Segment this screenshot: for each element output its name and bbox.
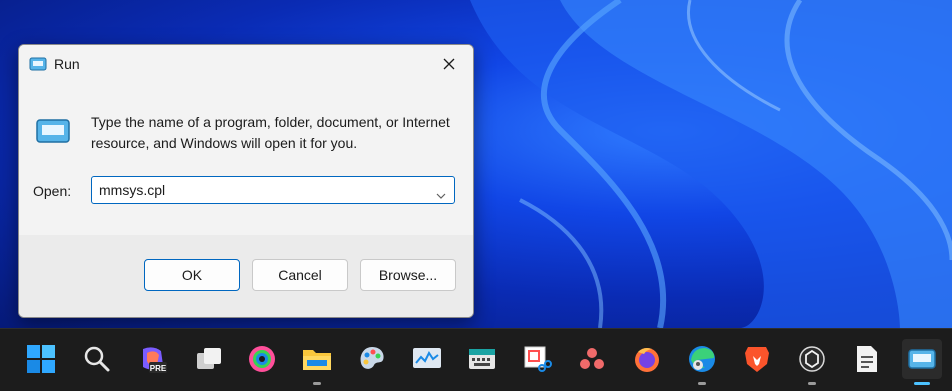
chatgpt-button[interactable] bbox=[792, 339, 832, 385]
dialog-description: Type the name of a program, folder, docu… bbox=[91, 114, 450, 151]
search-icon bbox=[84, 346, 110, 372]
firefox-button[interactable] bbox=[627, 339, 667, 379]
run-dialog: Run Type the name of a program, folder, … bbox=[18, 44, 474, 318]
file-explorer-button[interactable] bbox=[297, 339, 337, 385]
start-icon bbox=[27, 345, 55, 373]
task-view-button[interactable] bbox=[189, 339, 229, 379]
active-indicator bbox=[914, 382, 930, 385]
title-bar[interactable]: Run bbox=[19, 45, 473, 83]
copilot-badge: PRE bbox=[150, 364, 167, 373]
copilot-button[interactable]: PRE bbox=[133, 339, 173, 379]
document-button[interactable] bbox=[847, 339, 887, 379]
cancel-button[interactable]: Cancel bbox=[252, 259, 348, 291]
open-label: Open: bbox=[33, 183, 72, 199]
document-icon bbox=[857, 346, 877, 372]
running-indicator bbox=[313, 382, 321, 385]
browse-button[interactable]: Browse... bbox=[360, 259, 456, 291]
paint-button[interactable] bbox=[352, 339, 392, 379]
brave-icon bbox=[745, 347, 769, 372]
close-icon bbox=[443, 58, 455, 70]
dialog-body: Type the name of a program, folder, docu… bbox=[19, 83, 473, 235]
run-icon bbox=[29, 57, 47, 76]
open-input[interactable]: mmsys.cpl bbox=[99, 182, 165, 198]
start-button[interactable] bbox=[21, 339, 61, 379]
chevron-down-icon[interactable] bbox=[436, 186, 446, 204]
snipping-tool-button[interactable] bbox=[517, 339, 557, 379]
snipping-tool-icon bbox=[524, 346, 552, 372]
dialog-title: Run bbox=[54, 56, 80, 72]
file-explorer-icon bbox=[303, 350, 331, 370]
run-large-icon bbox=[35, 117, 71, 150]
copilot-preview-icon: PRE bbox=[143, 347, 167, 373]
taskbar: PRE bbox=[0, 328, 952, 391]
run-icon bbox=[908, 349, 936, 369]
run-taskbar-button[interactable] bbox=[902, 339, 942, 385]
paint-icon bbox=[360, 347, 384, 369]
app-icon bbox=[249, 346, 275, 372]
keyboard-icon bbox=[469, 349, 495, 369]
chatgpt-icon bbox=[799, 346, 825, 372]
ok-button[interactable]: OK bbox=[144, 259, 240, 291]
open-combobox[interactable]: mmsys.cpl bbox=[91, 176, 455, 204]
taskbar-app[interactable] bbox=[242, 339, 282, 379]
running-indicator bbox=[808, 382, 816, 385]
dialog-footer: OK Cancel Browse... bbox=[19, 235, 473, 317]
asana-icon bbox=[580, 348, 604, 369]
asana-button[interactable] bbox=[572, 339, 612, 379]
edge-button[interactable] bbox=[682, 339, 722, 385]
running-indicator bbox=[698, 382, 706, 385]
monitor-button[interactable] bbox=[407, 339, 447, 379]
brave-button[interactable] bbox=[737, 339, 777, 379]
monitor-icon bbox=[413, 348, 441, 368]
firefox-icon bbox=[635, 348, 659, 372]
search-button[interactable] bbox=[77, 339, 117, 379]
edge-icon bbox=[689, 346, 715, 372]
task-view-icon bbox=[197, 348, 221, 369]
keyboard-button[interactable] bbox=[462, 339, 502, 379]
close-button[interactable] bbox=[431, 49, 467, 79]
